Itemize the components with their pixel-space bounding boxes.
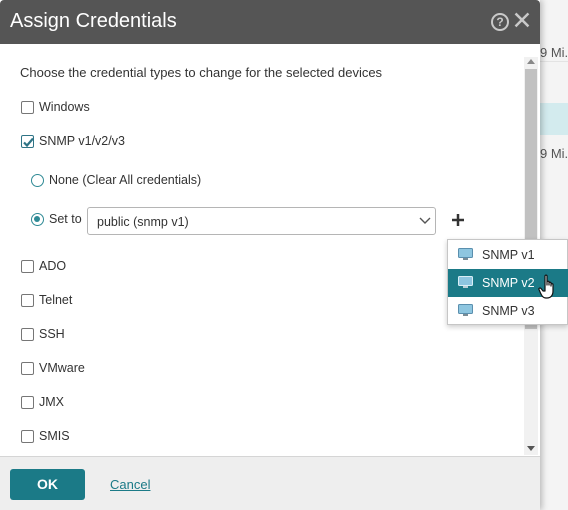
checkbox-windows[interactable]: [21, 101, 34, 114]
dialog-title-bar: Assign Credentials ? ✕: [0, 0, 540, 44]
checkbox-ssh[interactable]: [21, 328, 34, 341]
scroll-down-arrow-icon[interactable]: [527, 446, 535, 451]
checkbox-smis[interactable]: [21, 430, 34, 443]
monitor-icon: [458, 304, 473, 316]
monitor-icon: [458, 276, 473, 288]
menu-item-label: SNMP v1: [482, 248, 535, 262]
credential-label: Telnet: [39, 293, 73, 307]
dialog-footer: OK Cancel: [0, 456, 540, 510]
scroll-up-arrow-icon[interactable]: [527, 59, 535, 64]
radio-set-to-label: Set to: [49, 212, 82, 226]
checkmark-icon: [23, 137, 34, 148]
checkbox-vmware[interactable]: [21, 362, 34, 375]
background-row: 9 Mi...: [540, 45, 568, 62]
credential-label: JMX: [39, 395, 64, 409]
radio-set-to[interactable]: [31, 213, 44, 226]
menu-item-snmp-v3[interactable]: SNMP v3: [448, 297, 568, 325]
radio-none[interactable]: [31, 174, 44, 187]
checkbox-snmp[interactable]: [21, 135, 34, 148]
background-row: 9 Mi...: [540, 146, 568, 161]
radio-none-label: None (Clear All credentials): [49, 173, 202, 187]
cancel-link[interactable]: Cancel: [110, 477, 150, 492]
snmp-credential-select[interactable]: public (snmp v1): [87, 207, 436, 235]
credential-label: SNMP v1/v2/v3: [39, 134, 125, 148]
menu-item-label: SNMP v2: [482, 276, 535, 290]
menu-item-snmp-v1[interactable]: SNMP v1: [448, 241, 568, 269]
dialog-title: Assign Credentials: [10, 10, 177, 32]
credential-label: SSH: [39, 327, 65, 341]
credential-label: ADO: [39, 259, 67, 273]
select-value: public (snmp v1): [97, 215, 189, 229]
hand-cursor-icon: [538, 274, 554, 299]
chevron-down-icon: [419, 217, 431, 224]
dialog-intro-text: Choose the credential types to change fo…: [20, 65, 383, 80]
help-circle-icon[interactable]: ?: [491, 13, 509, 31]
checkbox-telnet[interactable]: [21, 294, 34, 307]
credential-label: VMware: [39, 361, 85, 375]
close-icon[interactable]: ✕: [511, 8, 533, 34]
plus-icon[interactable]: [452, 214, 464, 226]
background-row-selected: [540, 103, 568, 135]
credential-label: Windows: [39, 100, 90, 114]
ok-button[interactable]: OK: [10, 469, 85, 500]
credential-label: SMIS: [39, 429, 70, 443]
checkbox-jmx[interactable]: [21, 396, 34, 409]
menu-item-label: SNMP v3: [482, 304, 535, 318]
checkbox-ado[interactable]: [21, 260, 34, 273]
monitor-icon: [458, 248, 473, 260]
